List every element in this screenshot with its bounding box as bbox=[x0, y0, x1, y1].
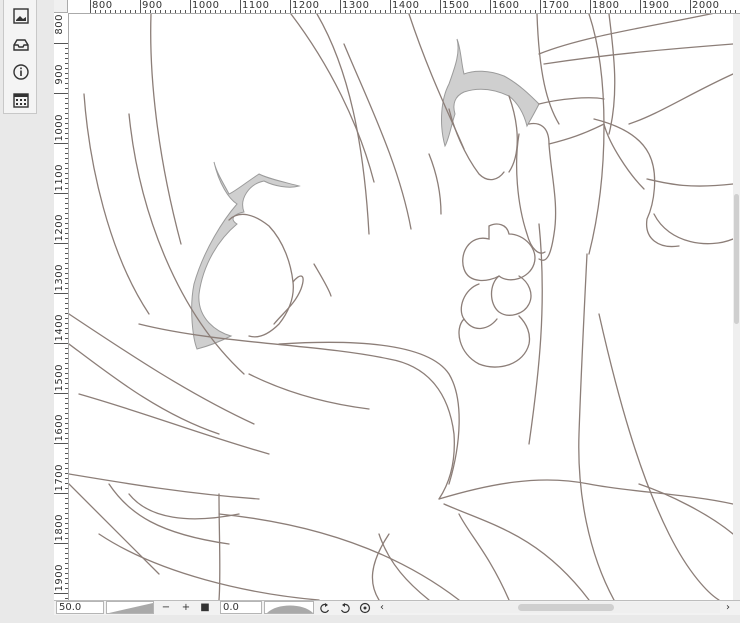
vertical-scroll-thumb[interactable] bbox=[734, 194, 739, 324]
status-bar: 50.0 − + ■ 0.0 ‹ › bbox=[54, 600, 740, 615]
hruler-label: 1100 bbox=[242, 0, 270, 11]
zoom-out-label: − bbox=[161, 602, 171, 613]
hruler-label: 1400 bbox=[392, 0, 420, 11]
vertical-ruler-ticks bbox=[54, 43, 68, 599]
zoom-field[interactable]: 50.0 bbox=[56, 601, 104, 614]
stop-button[interactable]: ■ bbox=[198, 601, 212, 614]
tool-palette bbox=[3, 0, 37, 114]
hruler-label: 1300 bbox=[342, 0, 370, 11]
stop-label: ■ bbox=[200, 602, 210, 613]
vruler-label: 1000 bbox=[54, 114, 65, 142]
hruler-label: 1900 bbox=[642, 0, 670, 11]
scroll-left-label: ‹ bbox=[380, 602, 384, 613]
vruler-label: 800 bbox=[54, 14, 65, 35]
rotation-slider[interactable] bbox=[264, 601, 314, 614]
info-icon bbox=[13, 64, 29, 80]
vertical-scrollbar[interactable] bbox=[733, 14, 740, 600]
scroll-right-button[interactable]: › bbox=[722, 601, 734, 614]
vruler-label: 1900 bbox=[54, 564, 65, 592]
bottom-strip bbox=[0, 615, 740, 623]
hruler-label: 800 bbox=[92, 0, 113, 11]
reset-rotation-button[interactable] bbox=[358, 601, 372, 614]
tray-button[interactable] bbox=[9, 32, 33, 56]
zoom-value: 50.0 bbox=[59, 602, 82, 613]
vruler-label: 1700 bbox=[54, 464, 65, 492]
rotate-right-icon bbox=[340, 602, 350, 613]
vruler-label: 1400 bbox=[54, 314, 65, 342]
drawing-canvas[interactable] bbox=[69, 14, 733, 600]
vruler-label: 1100 bbox=[54, 164, 65, 192]
vruler-label: 1800 bbox=[54, 514, 65, 542]
vruler-label: 1200 bbox=[54, 214, 65, 242]
zoom-in-button[interactable]: + bbox=[178, 601, 194, 614]
horizontal-scroll-thumb[interactable] bbox=[518, 604, 614, 611]
ruler-corner bbox=[54, 0, 68, 13]
hruler-label: 2000 bbox=[692, 0, 720, 11]
calendar-button[interactable] bbox=[9, 88, 33, 112]
hruler-label: 1500 bbox=[442, 0, 470, 11]
scroll-right-label: › bbox=[726, 602, 730, 613]
vruler-label: 900 bbox=[54, 64, 65, 85]
hruler-label: 1000 bbox=[192, 0, 220, 11]
rotation-slider-track bbox=[267, 605, 313, 613]
reset-rotation-icon bbox=[359, 602, 371, 613]
horizontal-scrollbar[interactable] bbox=[390, 602, 720, 613]
layer-thumbnail-icon bbox=[13, 8, 29, 24]
zoom-slider[interactable] bbox=[106, 601, 154, 614]
vruler-label: 1600 bbox=[54, 414, 65, 442]
rotation-value: 0.0 bbox=[223, 602, 239, 613]
vertical-ruler[interactable]: 800 900 1000 1100 1200 1300 1400 1500 16… bbox=[54, 13, 69, 600]
rotate-left-icon bbox=[320, 602, 330, 613]
hruler-label: 1700 bbox=[542, 0, 570, 11]
hruler-label: 1800 bbox=[592, 0, 620, 11]
rotate-left-button[interactable] bbox=[318, 601, 332, 614]
line-art-sketch bbox=[69, 14, 733, 600]
info-button[interactable] bbox=[9, 60, 33, 84]
layer-thumbnail-button[interactable] bbox=[9, 4, 33, 28]
rotation-field[interactable]: 0.0 bbox=[220, 601, 262, 614]
zoom-in-label: + bbox=[181, 602, 191, 613]
zoom-slider-track bbox=[109, 603, 153, 613]
tray-icon bbox=[13, 39, 29, 51]
scroll-left-button[interactable]: ‹ bbox=[376, 601, 388, 614]
hruler-label: 1600 bbox=[492, 0, 520, 11]
vruler-label: 1300 bbox=[54, 264, 65, 292]
vruler-label: 1500 bbox=[54, 364, 65, 392]
zoom-out-button[interactable]: − bbox=[158, 601, 174, 614]
rotate-right-button[interactable] bbox=[338, 601, 352, 614]
calendar-grid-icon bbox=[13, 93, 29, 108]
hruler-label: 1200 bbox=[292, 0, 320, 11]
horizontal-ruler[interactable]: 800 900 1000 1100 1200 1300 1400 1500 16… bbox=[68, 0, 740, 14]
hruler-label: 900 bbox=[142, 0, 163, 11]
